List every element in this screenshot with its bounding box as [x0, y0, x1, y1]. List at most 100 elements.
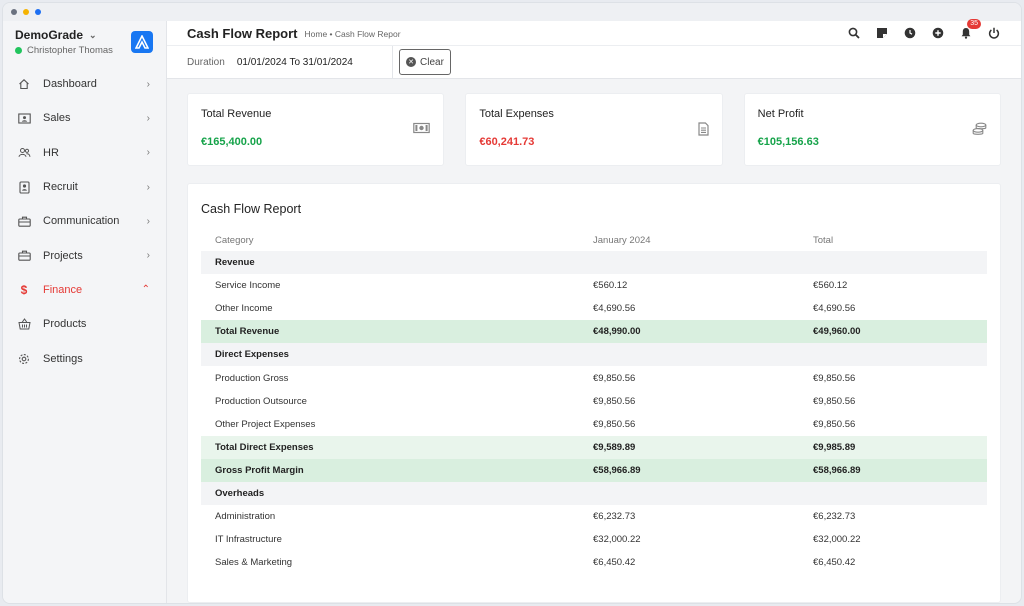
table-section-row[interactable]: Revenue	[201, 251, 987, 275]
category-cell: Overheads	[201, 481, 579, 506]
main-area: Cash Flow Report Home • Cash Flow Repor	[167, 19, 1021, 603]
sidebar-item-products[interactable]: Products	[3, 307, 166, 341]
chevron-right-icon: ›	[146, 112, 150, 124]
category-cell: Total Direct Expenses	[201, 435, 579, 459]
chevron-right-icon: ›	[146, 147, 150, 159]
duration-label: Duration	[187, 56, 225, 68]
sidebar-item-hr[interactable]: HR ›	[3, 136, 166, 170]
table-row[interactable]: Service Income €560.12 €560.12	[201, 274, 987, 297]
category-cell: Direct Expenses	[201, 343, 579, 367]
total-cell: €9,850.56	[813, 395, 856, 407]
category-cell: Gross Profit Margin	[201, 458, 579, 482]
january-2024-cell: €9,850.56	[593, 372, 636, 384]
table-row[interactable]: Other Project Expenses €9,850.56 €9,850.56	[201, 413, 987, 436]
brand-header[interactable]: DemoGrade ⌄ Christopher Thomas	[3, 21, 166, 67]
table-total-row[interactable]: Gross Profit Margin €58,966.89 €58,966.89	[201, 458, 987, 482]
close-circle-icon: ✕	[406, 57, 417, 67]
sidebar-item-label: Finance	[43, 283, 83, 296]
total-cell: €9,850.56	[813, 372, 856, 384]
search-icon[interactable]	[847, 26, 861, 40]
chevron-down-icon[interactable]: ⌄	[89, 30, 97, 41]
clear-button-label: Clear	[420, 56, 444, 68]
sidebar-item-label: Settings	[43, 352, 83, 365]
category-cell: Service Income	[215, 280, 281, 292]
table-row[interactable]: Administration €6,232.73 €6,232.73	[201, 505, 987, 528]
january-2024-cell: €32,000.22	[593, 534, 641, 546]
sidebar-item-label: Communication	[43, 215, 120, 228]
power-icon[interactable]	[987, 26, 1001, 40]
category-cell: Other Income	[215, 303, 273, 315]
category-cell: Other Project Expenses	[215, 418, 316, 430]
january-2024-cell: €9,850.56	[593, 418, 636, 430]
card-value: €105,156.63	[757, 136, 819, 148]
sidebar-item-label: Projects	[43, 249, 83, 262]
total-revenue-card: Total Revenue €165,400.00	[187, 93, 445, 166]
total-cell: €560.12	[813, 280, 848, 292]
window-maximize-dot[interactable]	[35, 9, 41, 15]
table-row[interactable]: Production Outsource €9,850.56 €9,850.56	[201, 390, 987, 413]
column-header-january-2024[interactable]: January 2024	[579, 230, 799, 251]
card-value: €165,400.00	[201, 136, 263, 148]
window-minimize-dot[interactable]	[23, 9, 29, 15]
total-cell: €6,450.42	[813, 557, 856, 569]
january-2024-cell: €9,850.56	[593, 395, 636, 407]
app-window: DemoGrade ⌄ Christopher Thomas Dashboard…	[2, 2, 1022, 604]
user-name: Christopher Thomas	[27, 45, 113, 56]
january-2024-cell: €9,589.89	[579, 435, 799, 459]
total-cell: €4,690.56	[813, 303, 856, 315]
sidebar-item-recruit[interactable]: Recruit ›	[3, 170, 166, 204]
table-row[interactable]: IT Infrastructure €32,000.22 €32,000.22	[201, 528, 987, 551]
january-2024-cell	[579, 251, 799, 275]
chevron-up-icon: ⌃	[141, 284, 150, 296]
table-total-row[interactable]: Total Direct Expenses €9,589.89 €9,985.89	[201, 435, 987, 459]
sidebar-item-communication[interactable]: Communication ›	[3, 204, 166, 238]
january-2024-cell	[579, 481, 799, 506]
total-cell: €9,850.56	[813, 418, 856, 430]
sidebar-item-dashboard[interactable]: Dashboard ›	[3, 67, 166, 101]
table-row[interactable]: Other Income €4,690.56 €4,690.56	[201, 297, 987, 320]
content-area: Total Revenue €165,400.00 Total Expenses €6…	[167, 79, 1021, 603]
duration-filter[interactable]: Duration 01/01/2024 To 31/01/2024	[167, 45, 393, 79]
table-section-row[interactable]: Overheads	[201, 481, 987, 506]
category-cell: Administration	[215, 511, 276, 523]
sidebar-item-projects[interactable]: Projects ›	[3, 238, 166, 272]
table-row[interactable]: Sales & Marketing €6,450.42 €6,450.42	[201, 551, 987, 574]
total-cell: €9,985.89	[799, 435, 987, 459]
january-2024-cell: €6,232.73	[593, 511, 636, 523]
chevron-right-icon: ›	[146, 250, 150, 262]
column-header-category[interactable]: Category	[201, 230, 579, 251]
notification-bell-icon[interactable]: 35	[959, 19, 981, 40]
card-title: Total Revenue	[201, 108, 272, 120]
total-cell: €49,960.00	[799, 320, 987, 344]
sidebar-item-label: Sales	[43, 112, 71, 125]
breadcrumb[interactable]: Home • Cash Flow Repor	[305, 29, 401, 39]
duration-value[interactable]: 01/01/2024 To 31/01/2024	[237, 57, 353, 68]
clear-filter-button[interactable]: ✕ Clear	[399, 49, 451, 75]
table-total-row[interactable]: Total Revenue €48,990.00 €49,960.00	[201, 320, 987, 344]
clock-icon[interactable]	[903, 26, 917, 40]
sidebar-item-settings[interactable]: Settings	[3, 341, 166, 375]
january-2024-cell: €58,966.89	[579, 458, 799, 482]
badge-icon	[17, 180, 31, 194]
card-value: €60,241.73	[479, 136, 535, 148]
category-cell: Production Gross	[215, 372, 289, 384]
report-title: Cash Flow Report	[201, 202, 302, 216]
column-header-total[interactable]: Total	[799, 230, 987, 251]
january-2024-cell: €560.12	[593, 280, 628, 292]
sidebar-item-finance[interactable]: $ Finance ⌃	[3, 273, 166, 307]
sidebar-item-sales[interactable]: Sales ›	[3, 101, 166, 135]
window-close-dot[interactable]	[11, 9, 17, 15]
window-titlebar	[3, 3, 1021, 21]
page-title: Cash Flow Report	[187, 25, 298, 41]
sticky-note-icon[interactable]	[875, 26, 889, 40]
table-row[interactable]: Production Gross €9,850.56 €9,850.56	[201, 366, 987, 389]
sidebar: DemoGrade ⌄ Christopher Thomas Dashboard…	[3, 21, 167, 603]
total-cell	[799, 343, 987, 367]
chevron-right-icon: ›	[146, 78, 150, 90]
total-cell: €32,000.22	[813, 534, 861, 546]
sidebar-item-label: Dashboard	[43, 78, 97, 91]
total-cell	[799, 481, 987, 506]
add-circle-icon[interactable]	[931, 26, 945, 40]
coins-icon	[972, 122, 987, 139]
table-section-row[interactable]: Direct Expenses	[201, 343, 987, 367]
